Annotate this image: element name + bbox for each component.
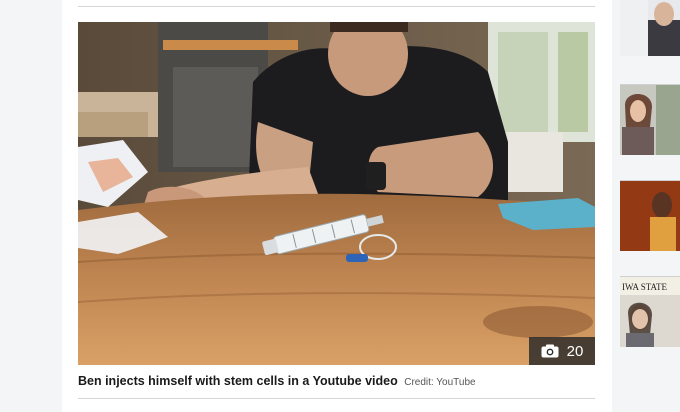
divider bbox=[78, 6, 595, 7]
camera-icon bbox=[541, 344, 559, 358]
related-sidebar: IWA STATE bbox=[612, 0, 680, 412]
news-thumbnail-icon bbox=[620, 85, 680, 155]
related-thumbnail-2[interactable] bbox=[620, 84, 680, 155]
news-thumbnail-icon: IWA STATE bbox=[620, 277, 680, 347]
video-still-image bbox=[78, 22, 595, 365]
news-thumbnail-icon bbox=[620, 0, 680, 56]
related-thumbnail-1[interactable] bbox=[620, 0, 680, 56]
news-thumbnail-icon bbox=[620, 181, 680, 251]
caption-text: Ben injects himself with stem cells in a… bbox=[78, 374, 398, 388]
related-thumbnail-3[interactable] bbox=[620, 180, 680, 251]
gallery-count: 20 bbox=[566, 342, 584, 360]
divider bbox=[78, 398, 595, 399]
thumbnail-text: IWA STATE bbox=[622, 282, 668, 292]
photo-gallery-badge[interactable]: 20 bbox=[529, 337, 595, 365]
related-thumbnail-4[interactable]: IWA STATE bbox=[620, 276, 680, 347]
article-column: 20 Ben injects himself with stem cells i… bbox=[62, 0, 612, 412]
caption-credit: Credit: YouTube bbox=[404, 377, 476, 388]
article-video-still[interactable]: 20 bbox=[78, 22, 595, 365]
image-caption: Ben injects himself with stem cells in a… bbox=[78, 374, 595, 388]
